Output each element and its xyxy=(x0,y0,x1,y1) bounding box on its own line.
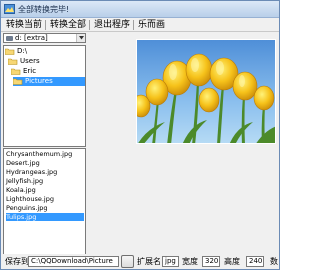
tree-item-label: Users xyxy=(20,57,40,65)
file-item[interactable]: Hydrangeas.jpg xyxy=(6,168,84,176)
open-folder-icon xyxy=(7,58,18,65)
save-dir-label: 保存到 xyxy=(5,257,29,266)
le-er-hua-button[interactable]: 乐而画 xyxy=(136,19,167,31)
quantity-label: 数 xyxy=(270,257,278,266)
convert-current-button[interactable]: 转换当前 xyxy=(4,19,44,31)
drive-icon xyxy=(6,36,13,41)
file-item[interactable]: Penguins.jpg xyxy=(6,204,84,212)
save-dir-field[interactable]: C:\QQDownload\Picture xyxy=(28,256,119,267)
tree-item-root[interactable]: D:\ xyxy=(4,47,75,56)
extension-label: 扩展名 xyxy=(137,257,161,266)
file-item[interactable]: Koala.jpg xyxy=(6,186,84,194)
drive-value: d: [extra] xyxy=(15,34,48,42)
file-item-selected[interactable]: Tulips.jpg xyxy=(6,213,84,221)
file-list[interactable]: Chrysanthemum.jpg Desert.jpg Hydrangeas.… xyxy=(3,148,86,261)
left-pane: d: [extra] D:\ Users Eric Pictures Chrys… xyxy=(3,33,86,263)
file-item[interactable]: Lighthouse.jpg xyxy=(6,195,84,203)
tree-item-pictures[interactable]: Pictures xyxy=(12,77,85,86)
tree-item-label: Pictures xyxy=(25,77,53,85)
image-preview xyxy=(136,39,276,144)
width-label: 宽度 xyxy=(182,257,198,266)
toolbar-separator xyxy=(89,20,90,30)
app-window: 全部转换完毕! 转换当前 转换全部 退出程序 乐而画 d: [extra] D:… xyxy=(0,0,280,270)
height-field[interactable]: 240 xyxy=(246,256,264,267)
extension-field[interactable]: jpg xyxy=(162,256,179,267)
toolbar-separator xyxy=(133,20,134,30)
convert-all-button[interactable]: 转换全部 xyxy=(48,19,88,31)
toolbar: 转换当前 转换全部 退出程序 乐而画 xyxy=(1,18,279,32)
browse-button[interactable] xyxy=(121,255,134,268)
exit-program-button[interactable]: 退出程序 xyxy=(92,19,132,31)
open-folder-icon xyxy=(10,68,21,75)
tree-item-eric[interactable]: Eric xyxy=(10,67,81,76)
width-field[interactable]: 320 xyxy=(202,256,220,267)
file-item[interactable]: Desert.jpg xyxy=(6,159,84,167)
tulips-image xyxy=(137,40,275,143)
chevron-down-icon[interactable] xyxy=(76,34,85,42)
tree-item-label: Eric xyxy=(23,67,37,75)
file-item[interactable]: Jellyfish.jpg xyxy=(6,177,84,185)
title-bar: 全部转换完毕! xyxy=(1,1,279,18)
open-folder-icon xyxy=(12,78,23,85)
folder-tree[interactable]: D:\ Users Eric Pictures xyxy=(3,45,86,147)
height-label: 高度 xyxy=(224,257,240,266)
drive-select[interactable]: d: [extra] xyxy=(3,33,86,43)
window-title: 全部转换完毕! xyxy=(18,5,70,14)
tree-item-users[interactable]: Users xyxy=(7,57,78,66)
status-bar: 保存到 C:\QQDownload\Picture 扩展名 jpg 宽度 320… xyxy=(1,254,279,269)
app-icon xyxy=(4,4,15,14)
open-folder-icon xyxy=(4,48,15,55)
file-item[interactable]: Chrysanthemum.jpg xyxy=(6,150,84,158)
tree-item-label: D:\ xyxy=(17,47,28,55)
toolbar-separator xyxy=(45,20,46,30)
